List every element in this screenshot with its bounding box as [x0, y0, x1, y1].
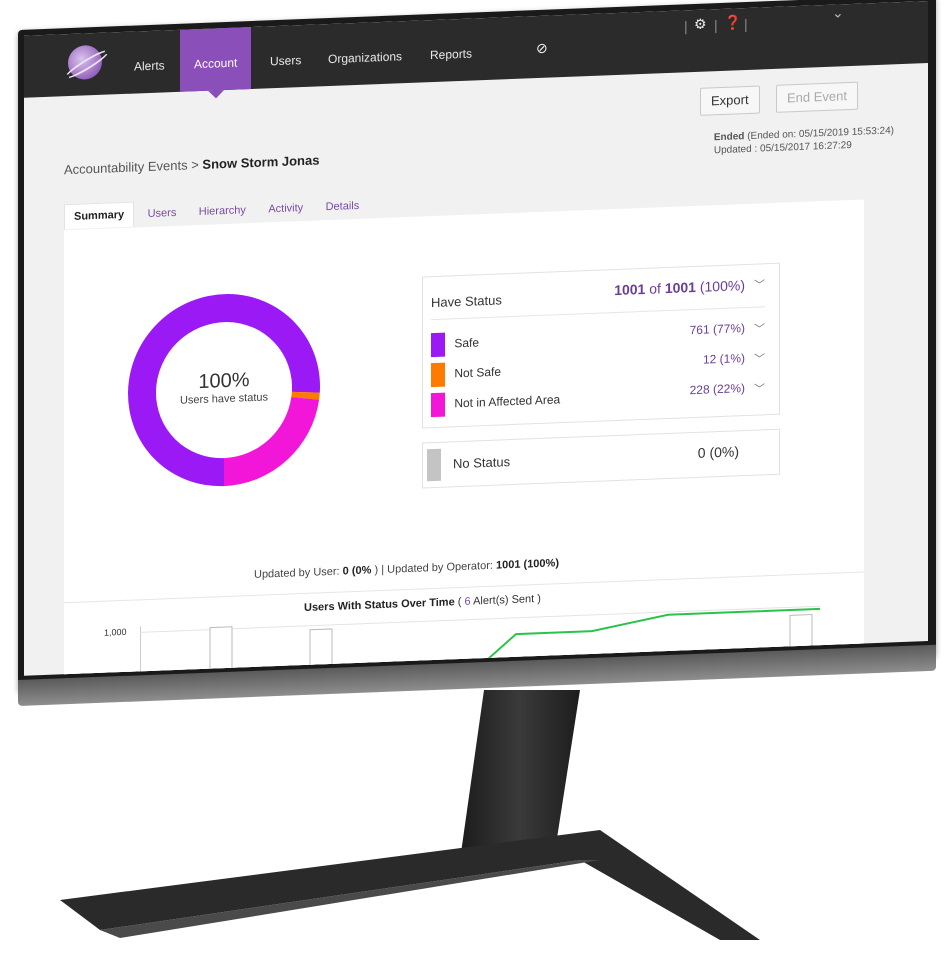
no-status-label: No Status	[453, 454, 511, 472]
donut-slice-not-in-affected-area	[224, 396, 320, 487]
gridline	[140, 605, 820, 633]
breadcrumb-current: Snow Storm Jonas	[202, 152, 320, 172]
nav-organizations[interactable]: Organizations	[314, 21, 416, 87]
have-status-total: 1001	[664, 278, 696, 297]
gear-icon[interactable]: ⚙	[694, 16, 707, 33]
monitor: Alerts Account Users Organizations Repor…	[18, 0, 948, 720]
nav-alerts[interactable]: Alerts	[120, 30, 179, 94]
chevron-down-icon[interactable]: ⌄	[832, 4, 844, 21]
have-status-pct: (100%)	[699, 277, 745, 295]
chevron-down-icon[interactable]: ﹀	[754, 380, 765, 396]
chevron-down-icon[interactable]: ﹀	[754, 350, 765, 366]
updated-by-user-close: )	[374, 564, 379, 577]
have-status-label: Have Status	[431, 292, 502, 311]
divider: |	[744, 15, 748, 33]
summary-panel: 100% Users have status Have Status 1001 …	[64, 199, 864, 676]
status-label: Not Safe	[454, 364, 502, 381]
not-in-area-swatch	[431, 392, 445, 418]
no-status-card[interactable]: No Status 0 (0%)	[422, 428, 780, 489]
divider: |	[684, 18, 688, 35]
chart-title-text: Users With Status Over Time	[304, 596, 455, 615]
alerts-count: 6	[464, 595, 471, 608]
monitor-base	[60, 830, 760, 940]
alerts-suffix: Alert(s) Sent )	[473, 592, 541, 608]
updated-by-operator-label: Updated by Operator:	[387, 559, 493, 576]
status-value: 12 (1%)	[702, 351, 745, 367]
help-icon[interactable]: ❓	[724, 14, 741, 32]
status-value: 761 (77%)	[689, 321, 745, 338]
updated-by-operator-value: 1001 (100%)	[496, 557, 559, 572]
nav-users[interactable]: Users	[256, 25, 315, 89]
breadcrumb-separator: >	[191, 157, 199, 173]
chart-title: Users With Status Over Time ( 6 Alert(s)…	[304, 593, 541, 614]
tab-summary[interactable]: Summary	[64, 201, 135, 230]
have-status-count: 1001	[614, 280, 646, 299]
chevron-down-icon[interactable]: ﹀	[754, 276, 765, 292]
status-row-not-in-area[interactable]: Not in Affected Area 228 (22%) ﹀	[431, 380, 765, 418]
breadcrumb-parent[interactable]: Accountability Events	[64, 157, 188, 177]
y-tick-label: 1,000	[104, 626, 127, 638]
status-label: Not in Affected Area	[454, 392, 561, 411]
tab-hierarchy[interactable]: Hierarchy	[190, 198, 255, 225]
have-status-row[interactable]: Have Status 1001 of 1001 (100%) ﹀	[431, 276, 765, 321]
tab-users[interactable]: Users	[139, 201, 186, 227]
updated-by-user-label: Updated by User:	[254, 565, 340, 581]
end-event-button[interactable]: End Event	[776, 81, 858, 113]
status-label: Safe	[454, 335, 480, 351]
divider: |	[714, 17, 718, 34]
chart-count-prefix: (	[457, 595, 462, 609]
clock-icon[interactable]: ⊘	[536, 40, 548, 57]
event-status: Ended (Ended on: 05/15/2019 15:53:24) Up…	[714, 124, 894, 157]
nav-reports[interactable]: Reports	[416, 18, 486, 83]
not-safe-swatch	[431, 362, 445, 388]
have-status-value: 1001 of 1001 (100%)	[614, 277, 745, 298]
nav-account[interactable]: Account	[180, 27, 252, 92]
status-value: 228 (22%)	[689, 381, 745, 398]
ended-label: Ended	[713, 131, 745, 144]
no-status-value: 0 (0%)	[697, 443, 739, 461]
safe-swatch	[431, 332, 445, 358]
app-screen: Alerts Account Users Organizations Repor…	[24, 1, 928, 676]
export-button[interactable]: Export	[700, 85, 760, 116]
tab-details[interactable]: Details	[317, 194, 369, 220]
status-breakdown-card: Have Status 1001 of 1001 (100%) ﹀ Safe 7…	[422, 262, 780, 429]
have-status-of: of	[649, 280, 661, 297]
updated-by-separator: |	[381, 563, 385, 577]
updated-by-user-value: 0 (0%	[342, 564, 372, 578]
breadcrumb: Accountability Events > Snow Storm Jonas	[64, 152, 319, 177]
app-logo	[68, 44, 102, 81]
chevron-down-icon[interactable]: ﹀	[754, 320, 765, 336]
tab-activity[interactable]: Activity	[259, 196, 312, 222]
no-status-swatch	[427, 448, 441, 482]
updated-by-summary: Updated by User: 0 (0% ) | Updated by Op…	[254, 557, 559, 581]
